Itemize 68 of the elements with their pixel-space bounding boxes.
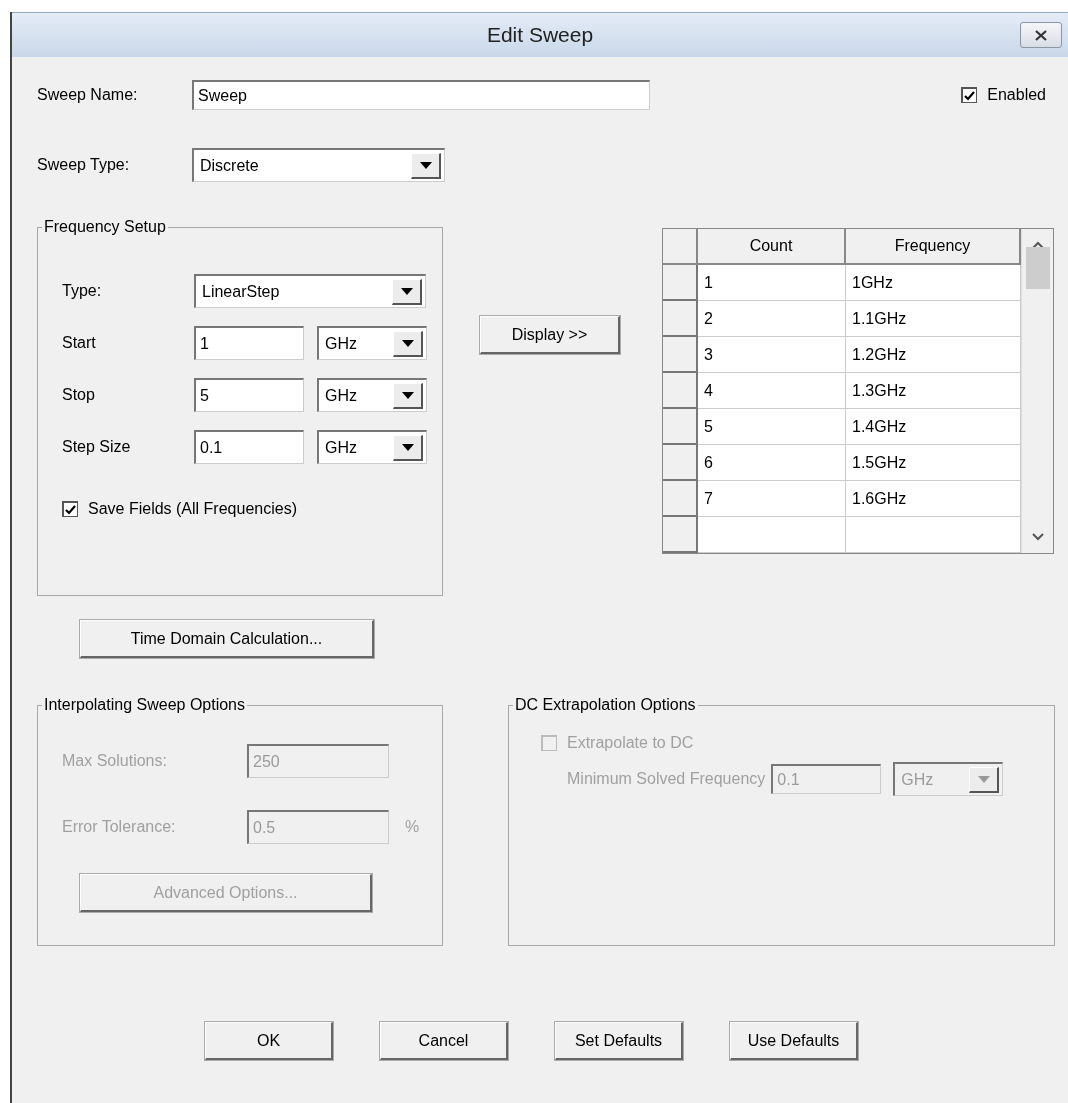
close-button[interactable] [1020,22,1062,48]
row-header[interactable] [663,445,698,481]
dialog-button[interactable]: OK [205,1022,333,1060]
table-cell: 1GHz [846,265,1021,301]
sweep-type-dropdown[interactable]: Discrete [192,148,445,182]
table-cell: 1.2GHz [846,337,1021,373]
caret-icon [419,161,432,169]
type-dropdown[interactable]: LinearStep [194,274,426,308]
row-header[interactable] [663,517,698,553]
window-title: Edit Sweep [486,23,594,47]
caret-icon [401,391,414,399]
field-label: Error Tolerance: [62,818,177,836]
unit-dropdown[interactable]: GHz [317,430,427,464]
table-cell: 5 [698,409,846,445]
table-cell: 1.1GHz [846,301,1021,337]
row-header[interactable] [663,481,698,517]
field-label: Minimum Solved Frequency [567,770,766,788]
value-field[interactable]: 0.1 [194,430,304,464]
table-cell: 1.3GHz [846,373,1021,409]
group-title: DC Extrapolation Options [514,696,697,714]
scroll-down-icon[interactable] [1031,533,1044,541]
dialog-button[interactable]: Use Defaults [730,1022,858,1060]
time-domain-button[interactable]: Time Domain Calculation... [80,620,374,658]
caret-icon [977,775,990,783]
unit-label: % [405,818,420,836]
table-cell: 1.6GHz [846,481,1021,517]
row-header[interactable] [663,373,698,409]
close-icon[interactable] [1035,29,1047,41]
enabled-checkbox[interactable]: Enabled [961,86,1046,104]
group-title: Interpolating Sweep Options [43,696,246,714]
row-header[interactable] [663,265,698,301]
save-fields-checkbox[interactable]: Save Fields (All Frequencies) [62,500,297,518]
table-cell: 6 [698,445,846,481]
value-field[interactable]: 5 [194,378,304,412]
table-cell: 1 [698,265,846,301]
table-cell: 7 [698,481,846,517]
row-header[interactable] [663,337,698,373]
table-cell: 4 [698,373,846,409]
scroll-thumb[interactable] [1025,247,1050,289]
field-label: Stop [62,386,96,404]
column-header[interactable]: Frequency [846,229,1021,265]
caret-icon [401,443,414,451]
sweep-name-field[interactable]: Sweep [192,80,650,110]
field-label: Type: [62,282,103,300]
table-cell: 3 [698,337,846,373]
table-cell: 1.5GHz [846,445,1021,481]
check-icon [65,504,76,515]
table-cell: 2 [698,301,846,337]
field-label: Sweep Type: [37,156,131,174]
scrollbar[interactable] [1021,229,1053,553]
field-label: Step Size [62,438,132,456]
dialog-button[interactable]: Cancel [380,1022,508,1060]
caret-icon [400,287,413,295]
field-label: Start [62,334,97,352]
display-button[interactable]: Display >> [480,316,620,354]
row-header[interactable] [663,301,698,337]
table-cell: 1.4GHz [846,409,1021,445]
field-label: Max Solutions: [62,752,168,770]
value-field[interactable]: 1 [194,326,304,360]
field-label: Sweep Name: [37,86,139,104]
unit-dropdown[interactable]: GHz [317,378,427,412]
dialog-button[interactable]: Set Defaults [555,1022,683,1060]
row-header[interactable] [663,409,698,445]
column-header[interactable]: Count [698,229,846,265]
unit-dropdown[interactable]: GHz [317,326,427,360]
caret-icon [401,339,414,347]
check-icon [964,90,976,101]
group-title: Frequency Setup [43,218,167,236]
